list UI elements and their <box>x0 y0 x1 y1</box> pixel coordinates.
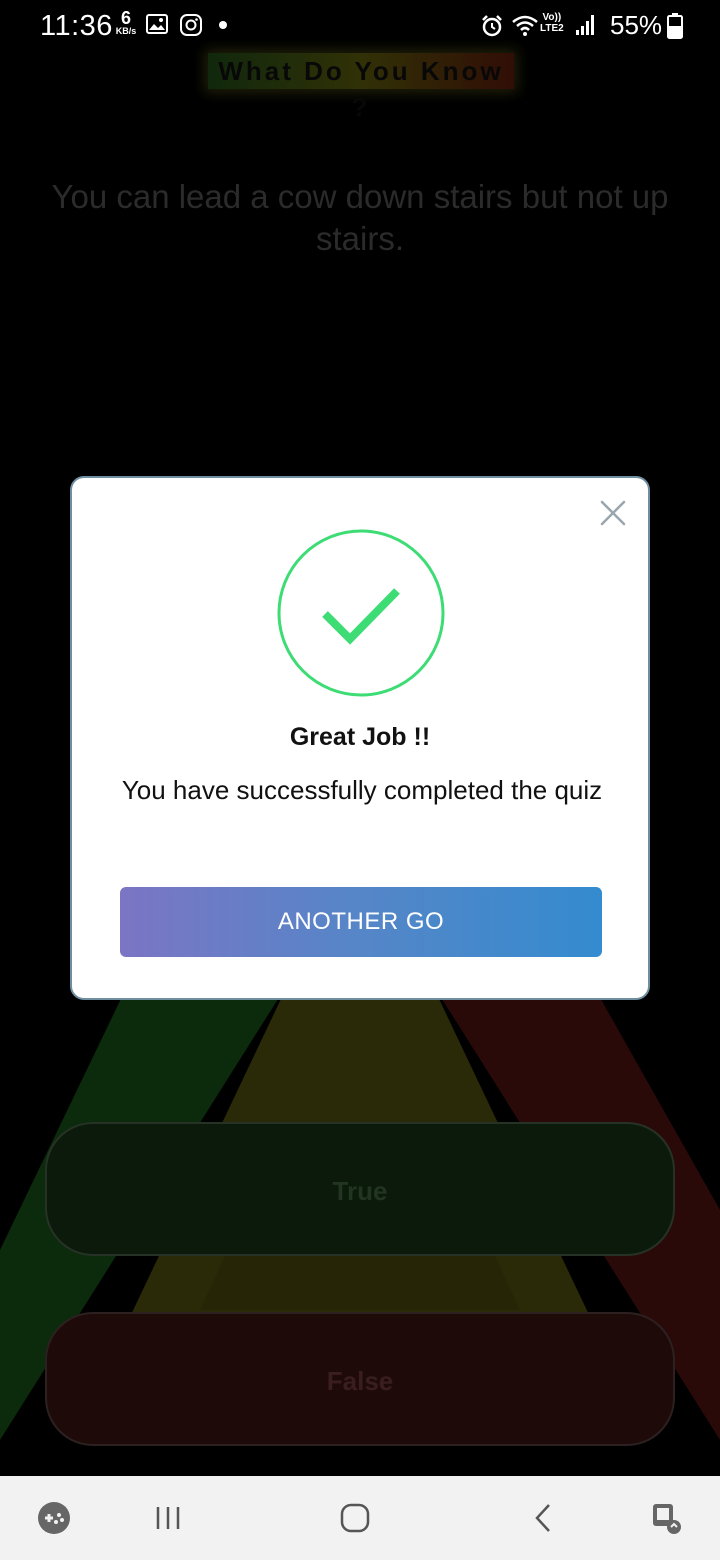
close-icon[interactable] <box>598 498 628 528</box>
false-answer-button[interactable]: False <box>45 1312 675 1446</box>
battery-icon <box>667 13 683 39</box>
alarm-icon <box>482 15 502 37</box>
back-icon <box>535 1504 550 1532</box>
status-bar: 11:36 6 KB/s Vo)) LTE2 55% <box>0 0 720 52</box>
success-modal: Great Job !! You have successfully compl… <box>70 476 650 1000</box>
screen-assist-icon <box>653 1504 681 1534</box>
wifi-icon <box>512 15 538 36</box>
volte-label: Vo)) <box>542 12 562 23</box>
screen-assist-button[interactable] <box>643 1476 691 1560</box>
instagram-icon <box>180 14 202 36</box>
success-check-icon <box>277 529 445 697</box>
data-speed-unit: KB/s <box>115 26 137 36</box>
lte-label: LTE2 <box>540 23 564 34</box>
gallery-icon <box>146 14 168 34</box>
back-button[interactable] <box>523 1476 563 1560</box>
home-icon <box>340 1503 370 1533</box>
modal-heading: Great Job !! <box>289 723 431 751</box>
home-button[interactable] <box>335 1476 375 1560</box>
question-text: You can lead a cow down stairs but not u… <box>51 178 669 257</box>
recent-apps-button[interactable] <box>148 1476 188 1560</box>
modal-message: You have successfully completed the quiz <box>121 775 603 805</box>
recent-apps-icon <box>156 1507 180 1529</box>
another-go-button[interactable]: ANOTHER GO <box>120 887 602 957</box>
network-type: Vo)) LTE2 <box>540 12 564 34</box>
signal-icon <box>576 15 594 35</box>
data-speed-value: 6 <box>120 8 131 28</box>
navigation-bar <box>0 1476 720 1560</box>
game-launcher-icon <box>38 1502 70 1534</box>
game-launcher-button[interactable] <box>30 1476 78 1560</box>
data-speed-indicator: 6 KB/s <box>112 8 140 36</box>
status-time: 11:36 <box>40 10 113 42</box>
app-title: What Do You Know ? <box>208 53 514 122</box>
battery-percentage: 55% <box>610 10 663 40</box>
true-answer-button[interactable]: True <box>45 1122 675 1256</box>
notification-dot <box>219 21 227 29</box>
